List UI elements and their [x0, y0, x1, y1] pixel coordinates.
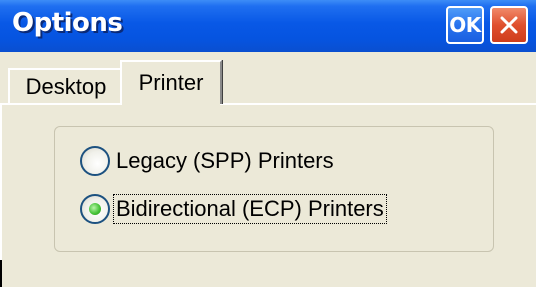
tab-desktop[interactable]: Desktop [8, 68, 124, 104]
radio-checked-icon[interactable] [80, 194, 110, 224]
close-icon [500, 16, 518, 34]
window-title: Options [12, 8, 123, 38]
ok-button[interactable]: OK [446, 6, 484, 44]
tab-printer[interactable]: Printer [120, 60, 222, 104]
title-bar: Options OK [0, 0, 536, 52]
radio-dot-icon [89, 203, 101, 215]
radio-option-legacy[interactable]: Legacy (SPP) Printers [80, 144, 336, 178]
radio-label-bidirectional[interactable]: Bidirectional (ECP) Printers [113, 194, 387, 224]
ok-label: OK [449, 13, 481, 37]
close-button[interactable] [490, 6, 528, 44]
radio-unchecked-icon[interactable] [80, 146, 110, 176]
radio-option-bidirectional[interactable]: Bidirectional (ECP) Printers [80, 192, 387, 226]
tab-printer-label: Printer [138, 70, 204, 95]
tab-strip-divider [0, 103, 536, 105]
panel-left-edge-dark [0, 260, 2, 287]
tab-selected-gap [122, 103, 220, 106]
radio-label-legacy[interactable]: Legacy (SPP) Printers [114, 147, 336, 175]
options-dialog: Options OK Desktop Printer Legacy (SPP) … [0, 0, 536, 287]
tab-desktop-label: Desktop [25, 74, 107, 99]
